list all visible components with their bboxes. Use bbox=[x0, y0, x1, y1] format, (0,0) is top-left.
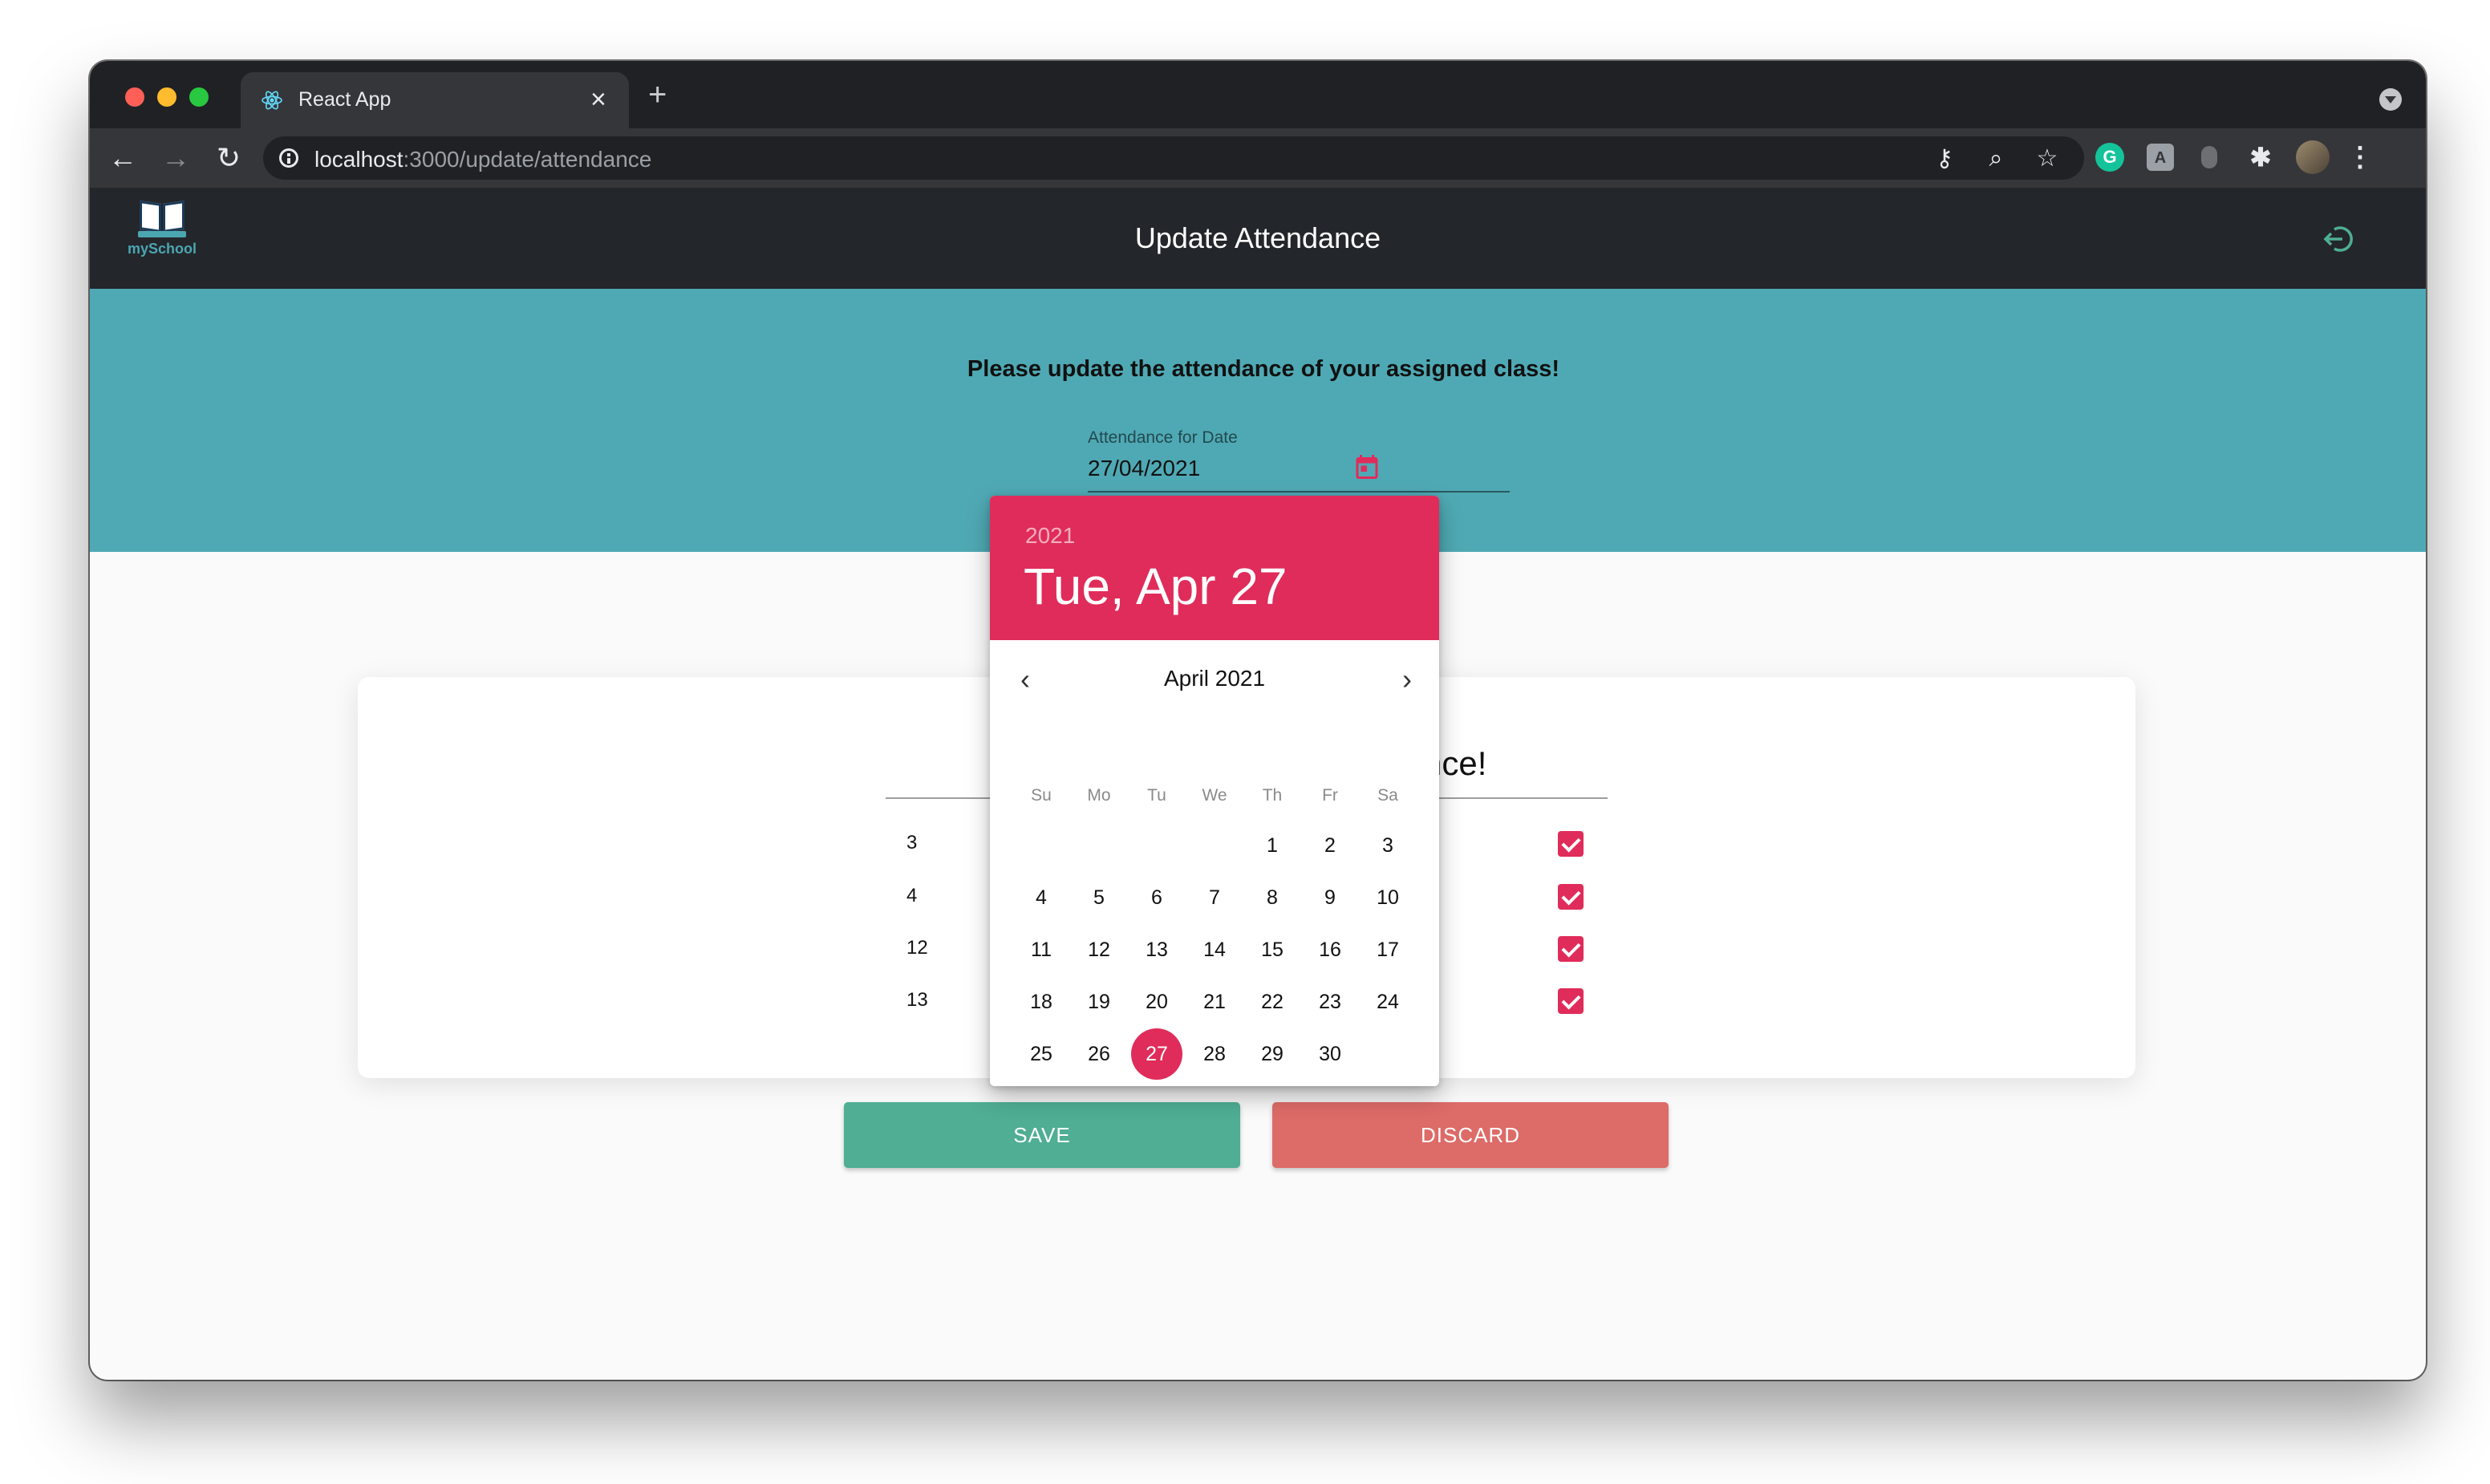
maximize-window-button[interactable] bbox=[189, 87, 209, 107]
roll-number: 13 bbox=[906, 989, 928, 1011]
grammarly-extension-icon[interactable]: G bbox=[2095, 143, 2124, 172]
extensions-puzzle-icon[interactable]: ✱ bbox=[2246, 143, 2275, 172]
calendar-day[interactable]: 11 bbox=[1016, 924, 1067, 975]
profile-avatar[interactable] bbox=[2296, 140, 2330, 174]
zoom-icon[interactable]: ⌕ bbox=[1981, 144, 2010, 173]
tab-strip: React App × + bbox=[90, 61, 2426, 128]
react-icon bbox=[262, 91, 282, 110]
reload-icon[interactable]: ↻ bbox=[207, 136, 250, 180]
present-checkbox[interactable] bbox=[1558, 884, 1584, 910]
calendar-day[interactable]: 20 bbox=[1131, 976, 1182, 1028]
tab-react-app[interactable]: React App × bbox=[241, 72, 629, 128]
weekday-label: Su bbox=[1031, 786, 1052, 805]
back-arrow-icon[interactable]: ← bbox=[101, 136, 144, 180]
calendar-day[interactable]: 17 bbox=[1362, 924, 1413, 975]
weekday-label: Sa bbox=[1377, 786, 1398, 805]
key-icon[interactable]: ⚷ bbox=[1930, 144, 1959, 173]
calendar-day-selected[interactable]: 27 bbox=[1131, 1028, 1182, 1080]
calendar-icon[interactable] bbox=[1352, 452, 1381, 481]
browser-toolbar: ← → ↻ localhost:3000/update/attendance ⚷… bbox=[90, 128, 2426, 188]
calendar-day[interactable]: 5 bbox=[1073, 872, 1125, 923]
roll-number: 3 bbox=[906, 832, 918, 854]
translate-extension-icon[interactable]: A bbox=[2147, 144, 2174, 171]
browser-window: React App × + ← → ↻ localhost:3000/updat… bbox=[90, 61, 2426, 1380]
browser-menu-icon[interactable]: ⋮ bbox=[2346, 143, 2374, 172]
close-window-button[interactable] bbox=[125, 87, 144, 107]
calendar-day[interactable]: 25 bbox=[1016, 1028, 1067, 1080]
url-text: localhost:3000/update/attendance bbox=[314, 147, 651, 172]
extension-icon[interactable] bbox=[2201, 146, 2217, 168]
calendar-day[interactable]: 24 bbox=[1362, 976, 1413, 1028]
calendar-day[interactable]: 6 bbox=[1131, 872, 1182, 923]
calendar-day[interactable]: 28 bbox=[1189, 1028, 1240, 1080]
picker-selected-date[interactable]: Tue, Apr 27 bbox=[1024, 557, 1288, 616]
weekday-label: Th bbox=[1262, 786, 1283, 805]
calendar-day[interactable]: 16 bbox=[1304, 924, 1356, 975]
calendar-day[interactable]: 9 bbox=[1304, 872, 1356, 923]
calendar-day[interactable]: 3 bbox=[1362, 820, 1413, 871]
tab-title: React App bbox=[298, 88, 391, 111]
calendar-day[interactable]: 19 bbox=[1073, 976, 1125, 1028]
forward-arrow-icon[interactable]: → bbox=[154, 136, 197, 180]
url-host: localhost bbox=[314, 147, 404, 172]
present-checkbox[interactable] bbox=[1558, 831, 1584, 857]
address-bar[interactable]: localhost:3000/update/attendance ⚷ ⌕ ☆ bbox=[263, 136, 2084, 180]
new-tab-button[interactable]: + bbox=[648, 79, 667, 111]
month-label: April 2021 bbox=[1163, 666, 1266, 691]
discard-button[interactable]: DISCARD bbox=[1272, 1102, 1669, 1168]
calendar-day[interactable]: 4 bbox=[1016, 872, 1067, 923]
minimize-window-button[interactable] bbox=[157, 87, 176, 107]
next-month-chevron-icon[interactable]: › bbox=[1391, 664, 1423, 696]
calendar-day[interactable]: 13 bbox=[1131, 924, 1182, 975]
date-input-underline bbox=[1088, 491, 1510, 493]
calendar-day[interactable]: 30 bbox=[1304, 1028, 1356, 1080]
roll-number: 4 bbox=[906, 885, 918, 906]
calendar-day[interactable]: 10 bbox=[1362, 872, 1413, 923]
banner-message: Please update the attendance of your ass… bbox=[967, 356, 1560, 382]
calendar-day[interactable]: 21 bbox=[1189, 976, 1240, 1028]
calendar-day[interactable]: 26 bbox=[1073, 1028, 1125, 1080]
bookmark-star-icon[interactable]: ☆ bbox=[2033, 144, 2062, 173]
save-button[interactable]: SAVE bbox=[844, 1102, 1240, 1168]
app-header: mySchool Update Attendance bbox=[90, 188, 2426, 289]
logout-icon[interactable] bbox=[2323, 225, 2355, 253]
url-path: :3000/update/attendance bbox=[403, 147, 652, 172]
calendar-day[interactable]: 14 bbox=[1189, 924, 1240, 975]
site-info-icon[interactable] bbox=[279, 148, 298, 168]
calendar-day[interactable]: 1 bbox=[1247, 820, 1298, 871]
date-input[interactable]: 27/04/2021 bbox=[1088, 456, 1200, 481]
date-picker-header: 2021 Tue, Apr 27 bbox=[990, 496, 1439, 640]
calendar-day[interactable]: 12 bbox=[1073, 924, 1125, 975]
calendar-day[interactable]: 29 bbox=[1247, 1028, 1298, 1080]
roll-number: 12 bbox=[906, 937, 928, 959]
picker-year[interactable]: 2021 bbox=[1025, 523, 1075, 549]
date-picker-popover: 2021 Tue, Apr 27 ‹ April 2021 › Su Mo Tu We… bbox=[990, 496, 1439, 1086]
weekday-label: Tu bbox=[1147, 786, 1166, 805]
calendar-day[interactable]: 8 bbox=[1247, 872, 1298, 923]
calendar-day[interactable]: 15 bbox=[1247, 924, 1298, 975]
calendar-day[interactable]: 2 bbox=[1304, 820, 1356, 871]
calendar-day[interactable]: 22 bbox=[1247, 976, 1298, 1028]
close-tab-icon[interactable]: × bbox=[590, 83, 606, 116]
weekday-label: Mo bbox=[1087, 786, 1111, 805]
present-checkbox[interactable] bbox=[1558, 988, 1584, 1014]
weekday-label: We bbox=[1202, 786, 1227, 805]
calendar-day[interactable]: 18 bbox=[1016, 976, 1067, 1028]
date-field-label: Attendance for Date bbox=[1088, 428, 1238, 447]
page-title: Update Attendance bbox=[1134, 221, 1381, 254]
calendar-day[interactable]: 7 bbox=[1189, 872, 1240, 923]
present-checkbox[interactable] bbox=[1558, 936, 1584, 962]
weekday-label: Fr bbox=[1322, 786, 1338, 805]
calendar-day[interactable]: 23 bbox=[1304, 976, 1356, 1028]
tab-search-icon[interactable] bbox=[2379, 88, 2402, 111]
